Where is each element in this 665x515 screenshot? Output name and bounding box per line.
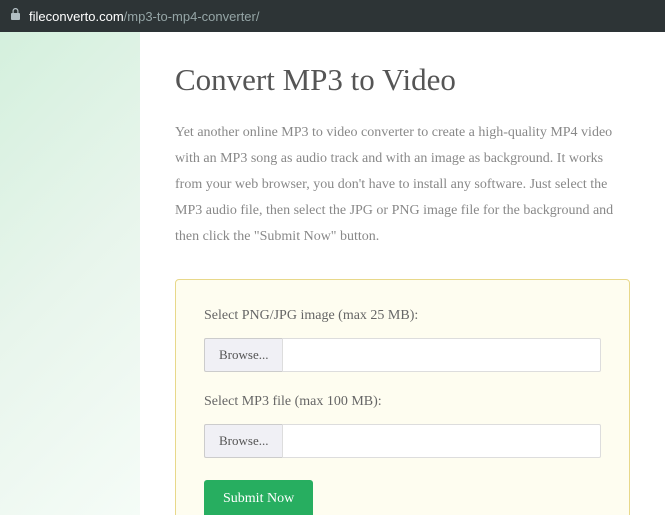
page-wrapper: Convert MP3 to Video Yet another online …	[0, 32, 665, 515]
image-browse-button[interactable]: Browse...	[204, 338, 282, 372]
page-title: Convert MP3 to Video	[175, 62, 630, 98]
mp3-browse-button[interactable]: Browse...	[204, 424, 282, 458]
browser-url-bar: fileconverto.com/mp3-to-mp4-converter/	[0, 0, 665, 32]
upload-form-panel: Select PNG/JPG image (max 25 MB): Browse…	[175, 279, 630, 515]
mp3-file-label: Select MP3 file (max 100 MB):	[204, 394, 601, 410]
main-content: Convert MP3 to Video Yet another online …	[140, 32, 665, 515]
url-path: /mp3-to-mp4-converter/	[124, 9, 260, 24]
submit-button[interactable]: Submit Now	[204, 480, 313, 515]
lock-icon	[10, 8, 21, 24]
image-file-label: Select PNG/JPG image (max 25 MB):	[204, 308, 601, 324]
url-domain: fileconverto.com	[29, 9, 124, 24]
mp3-file-field[interactable]	[282, 424, 601, 458]
sidebar	[0, 32, 140, 515]
page-description: Yet another online MP3 to video converte…	[175, 120, 630, 249]
image-file-field[interactable]	[282, 338, 601, 372]
image-file-row: Browse...	[204, 338, 601, 372]
mp3-file-row: Browse...	[204, 424, 601, 458]
url-text[interactable]: fileconverto.com/mp3-to-mp4-converter/	[29, 9, 259, 24]
